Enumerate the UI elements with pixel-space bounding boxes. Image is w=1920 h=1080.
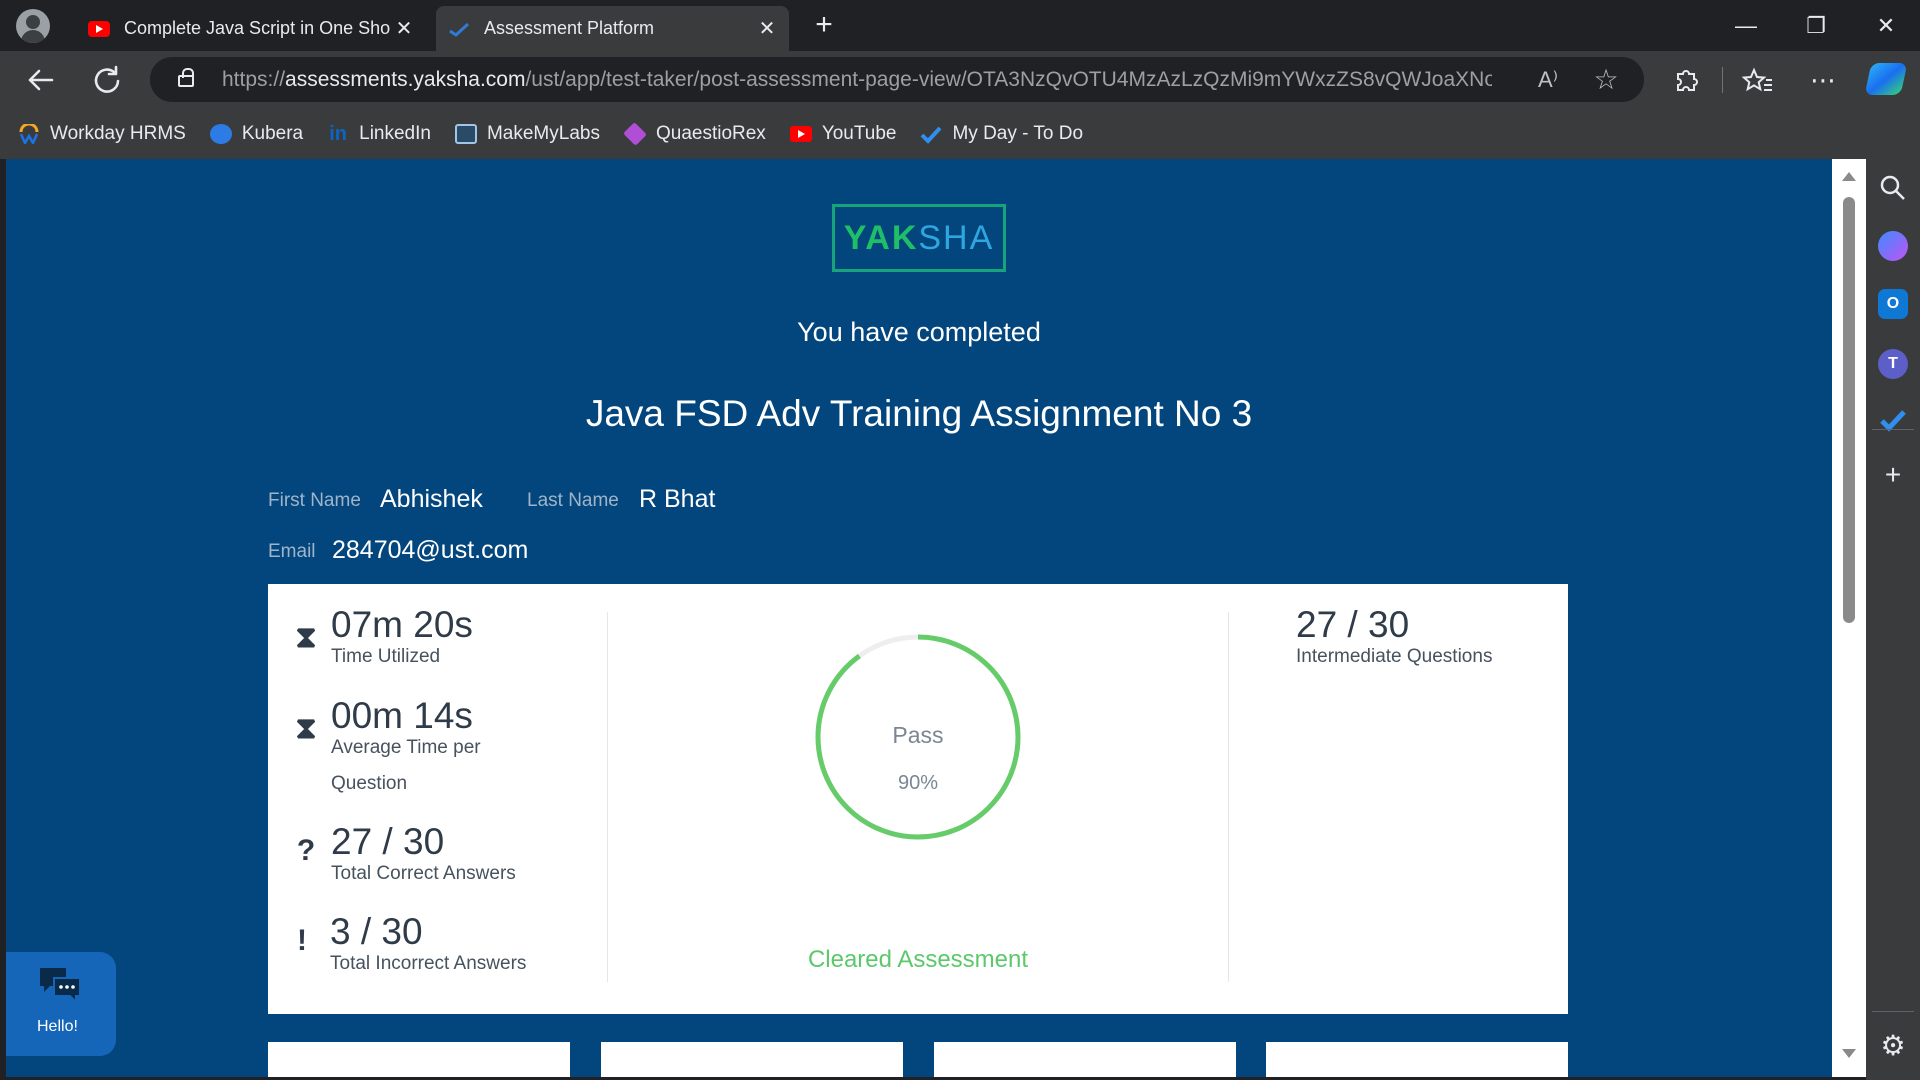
bookmark-makemylabs[interactable]: MakeMyLabs	[454, 123, 600, 145]
read-aloud-icon[interactable]: A⁾	[1532, 65, 1564, 95]
bookmark-quaestiorex[interactable]: QuaestioRex	[623, 121, 766, 146]
time-utilized-label: Time Utilized	[331, 646, 441, 667]
back-button[interactable]	[20, 59, 62, 101]
tab-title: Complete Java Script in One Shot	[124, 18, 390, 38]
address-bar[interactable]: https://assessments.yaksha.com/ust/app/t…	[150, 57, 1644, 102]
tab-title: Assessment Platform	[484, 18, 655, 38]
new-tab-button[interactable]: +	[806, 8, 842, 44]
browser-toolbar: https://assessments.yaksha.com/ust/app/t…	[0, 51, 1920, 108]
question-mark-icon: ?	[296, 834, 316, 867]
detail-card	[1266, 1042, 1568, 1077]
copilot-sidebar-icon[interactable]	[1878, 231, 1908, 261]
minimize-button[interactable]: —	[1712, 0, 1780, 51]
todo-check-icon	[920, 124, 942, 144]
yaksha-logo: YAK SHA	[832, 204, 1006, 272]
tab-assessment-platform[interactable]: Assessment Platform ✕	[436, 6, 789, 51]
intermediate-questions-label: Intermediate Questions	[1296, 646, 1493, 667]
favorites-icon[interactable]	[1738, 61, 1776, 99]
bookmark-workday-hrms[interactable]: Workday HRMS	[18, 122, 186, 146]
edge-sidebar: O T + ⚙	[1866, 159, 1920, 1080]
more-options-icon[interactable]: ⋯	[1804, 61, 1842, 99]
bookmark-kubera[interactable]: Kubera	[209, 123, 303, 145]
close-tab-icon[interactable]: ✕	[390, 16, 418, 41]
favorite-star-icon[interactable]: ☆	[1590, 65, 1622, 95]
refresh-button[interactable]	[86, 59, 128, 101]
card-divider	[1228, 612, 1229, 982]
quaestiorex-icon	[623, 121, 647, 146]
assessment-title: Java FSD Adv Training Assignment No 3	[585, 393, 1253, 434]
toolbar-separator	[1722, 67, 1723, 93]
cleared-assessment-text: Cleared Assessment	[807, 946, 1029, 973]
copilot-icon[interactable]	[1864, 63, 1908, 95]
linkedin-icon: in	[329, 122, 348, 145]
restore-button[interactable]: ❐	[1782, 0, 1850, 51]
result-percentage: 90%	[897, 772, 939, 794]
extensions-icon[interactable]	[1666, 61, 1704, 99]
scrollbar-thumb[interactable]	[1843, 197, 1855, 623]
bookmark-youtube[interactable]: YouTube	[789, 123, 896, 145]
hourglass-icon: ⧗	[295, 621, 317, 654]
chat-bubble-icon	[40, 968, 81, 1005]
first-name-value: Abhishek	[380, 485, 483, 513]
bookmark-my-day-to-do[interactable]: My Day - To Do	[920, 123, 1083, 145]
todo-sidebar-icon[interactable]	[1878, 405, 1908, 435]
yaksha-icon	[448, 21, 470, 37]
back-arrow-icon	[28, 69, 54, 91]
page-scrollbar[interactable]	[1832, 159, 1866, 1077]
first-name-label: First Name	[268, 490, 361, 511]
card-divider	[607, 612, 608, 982]
bookmark-linkedin[interactable]: in LinkedIn	[327, 123, 431, 145]
close-tab-icon[interactable]: ✕	[753, 16, 781, 41]
lock-icon[interactable]	[178, 68, 194, 87]
email-value: 284704@ust.com	[332, 536, 529, 564]
window-close-button[interactable]: ✕	[1852, 0, 1920, 51]
makemylabs-icon	[454, 123, 477, 144]
url-text[interactable]: https://assessments.yaksha.com/ust/app/t…	[222, 68, 1492, 92]
sidebar-settings-icon[interactable]: ⚙	[1866, 1029, 1920, 1062]
workday-icon	[18, 122, 40, 146]
browser-tab-bar: Complete Java Script in One Shot ✕ Asses…	[0, 0, 1920, 51]
search-icon[interactable]	[1878, 173, 1908, 203]
assessment-result-page: YAK SHA You have completed Java FSD Adv T…	[6, 159, 1832, 1077]
last-name-value: R Bhat	[639, 485, 716, 513]
teams-icon[interactable]: T	[1878, 349, 1908, 379]
profile-avatar-icon[interactable]	[16, 9, 50, 43]
sidebar-add-icon[interactable]: +	[1866, 459, 1920, 491]
correct-answers-label: Total Correct Answers	[331, 863, 516, 884]
youtube-icon	[88, 20, 110, 37]
detail-card	[934, 1042, 1236, 1077]
detail-card	[601, 1042, 903, 1077]
scroll-up-arrow-icon[interactable]	[1842, 172, 1856, 181]
kubera-icon	[209, 123, 232, 144]
chat-widget-button[interactable]: Hello!	[6, 952, 116, 1056]
result-summary-card: ⧗ 07m 20s Time Utilized ⧗ 00m 14s Averag…	[268, 584, 1568, 1014]
scroll-down-arrow-icon[interactable]	[1842, 1049, 1856, 1058]
chat-hello-label: Hello!	[37, 1018, 78, 1035]
last-name-label: Last Name	[527, 490, 619, 511]
refresh-icon	[94, 65, 120, 93]
result-status: Pass	[892, 722, 944, 748]
email-label: Email	[268, 541, 316, 562]
tab-complete-java-script[interactable]: Complete Java Script in One Shot ✕	[76, 6, 426, 51]
favorites-bar: Workday HRMS Kubera in LinkedIn MakeMyLa…	[0, 108, 1920, 159]
youtube-icon	[789, 125, 812, 142]
completed-text: You have completed	[797, 317, 1041, 347]
detail-card	[268, 1042, 570, 1077]
outlook-icon[interactable]: O	[1878, 289, 1908, 319]
